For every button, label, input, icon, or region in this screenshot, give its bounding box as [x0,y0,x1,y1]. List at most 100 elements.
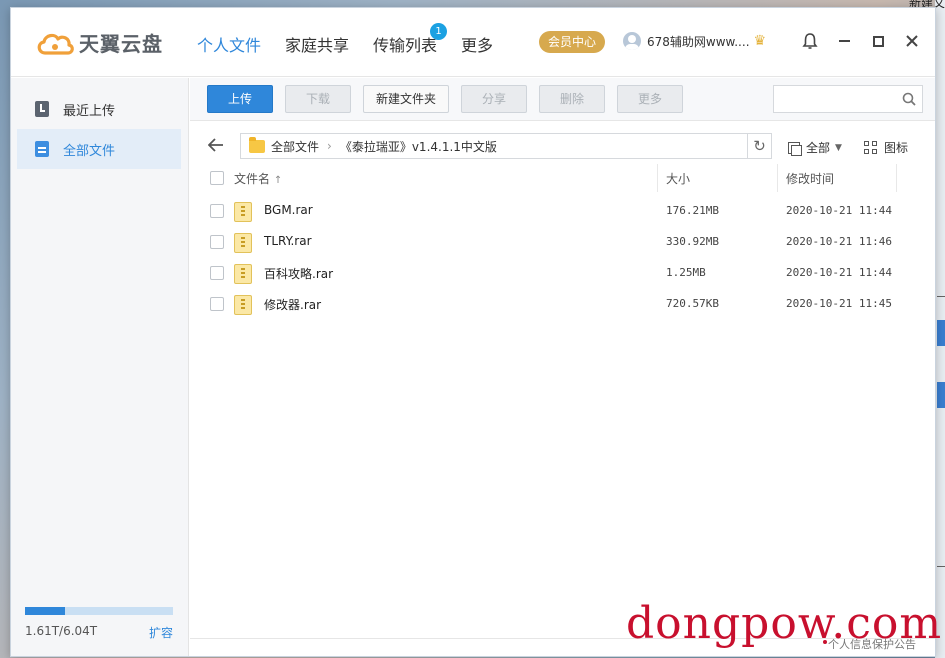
tab-transfer-list[interactable]: 传输列表 1 [373,23,448,56]
column-divider[interactable] [777,164,778,192]
storage-quota-fill [25,607,65,615]
search-input[interactable] [773,85,923,113]
view-mode-toggle[interactable]: 图标 [864,139,908,156]
breadcrumb-current[interactable]: 《泰拉瑞亚》v1.4.1.1中文版 [340,138,497,155]
bell-icon[interactable] [799,30,821,52]
table-row[interactable]: 修改器.rar 720.57KB 2020-10-21 11:45 [190,288,935,319]
search-icon[interactable] [902,92,916,106]
select-all-checkbox[interactable] [210,171,224,185]
tab-label: 家庭共享 [285,36,350,55]
storage-quota-bar [25,607,173,615]
breadcrumb-root[interactable]: 全部文件 [271,138,319,155]
column-divider[interactable] [896,164,897,192]
expand-storage-link[interactable]: 扩容 [149,624,173,641]
file-size: 720.57KB [666,297,719,310]
file-type-filter[interactable]: 全部 ▼ [788,139,842,156]
storage-quota-text: 1.61T/6.04T [25,624,98,638]
tab-family-share[interactable]: 家庭共享 [285,32,349,56]
more-button[interactable]: 更多 [617,85,683,113]
column-divider[interactable] [657,164,658,192]
refresh-icon[interactable]: ↻ [747,134,771,158]
archive-file-icon [234,202,252,222]
folder-icon [249,136,265,153]
tab-more[interactable]: 更多 [461,32,493,56]
close-icon[interactable] [901,30,923,52]
row-checkbox[interactable] [210,266,224,280]
main-panel: 上传 下载 新建文件夹 分享 删除 更多 全部文件 › 《泰拉瑞亚》v1.4.1… [190,78,935,656]
cloud-logo-icon [37,33,74,55]
avatar [623,32,641,50]
archive-file-icon [234,264,252,284]
sidebar-item-all-files[interactable]: 全部文件 [17,129,181,169]
chevron-right-icon: › [327,139,332,153]
chevron-down-icon: ▼ [835,142,842,153]
title-bar: 天翼云盘 个人文件 家庭共享 传输列表 1 更多 会员中心 678辅助网www.… [11,8,935,77]
row-checkbox[interactable] [210,235,224,249]
archive-file-icon [234,295,252,315]
privacy-notice-link[interactable]: 个人信息保护公告 [828,636,916,652]
minimize-icon[interactable] [833,30,855,52]
transfer-count-badge: 1 [430,23,448,40]
recent-upload-icon [35,101,49,117]
file-name[interactable]: 百科攻略.rar [264,265,333,282]
back-arrow-icon[interactable] [207,137,224,157]
username: 678辅助网www.... [647,34,750,49]
column-header-name[interactable]: 文件名 ↑ [234,170,282,187]
file-modified: 2020-10-21 11:45 [786,297,892,310]
file-name[interactable]: TLRY.rar [264,234,312,248]
desktop-marker [937,382,945,408]
main-nav: 个人文件 家庭共享 传输列表 1 更多 [197,23,517,56]
sidebar: 最近上传 全部文件 1.61T/6.04T 扩容 [11,78,189,656]
tab-label: 更多 [461,36,494,55]
column-label: 文件名 [234,172,271,186]
file-size: 330.92MB [666,235,719,248]
upload-button[interactable]: 上传 [207,85,273,113]
file-modified: 2020-10-21 11:44 [786,266,892,279]
logo-text: 天翼云盘 [79,32,163,56]
breadcrumb: 全部文件 › 《泰拉瑞亚》v1.4.1.1中文版 ↻ [240,133,772,159]
sidebar-item-recent-upload[interactable]: 最近上传 [17,89,181,129]
desktop-divider [937,296,945,297]
column-header-modified[interactable]: 修改时间 [786,170,834,187]
delete-button[interactable]: 删除 [539,85,605,113]
grid-view-icon [864,141,877,154]
file-modified: 2020-10-21 11:46 [786,235,892,248]
app-window: 天翼云盘 个人文件 家庭共享 传输列表 1 更多 会员中心 678辅助网www.… [10,7,936,657]
table-row[interactable]: BGM.rar 176.21MB 2020-10-21 11:44 [190,195,935,226]
crown-icon: ♛ [753,33,767,49]
sidebar-item-label: 全部文件 [63,143,116,159]
tab-personal-files[interactable]: 个人文件 [197,32,261,56]
file-name[interactable]: 修改器.rar [264,296,321,313]
sort-arrow-icon: ↑ [273,175,283,186]
user-menu[interactable]: 678辅助网www.... ♛ [623,32,766,50]
file-size: 1.25MB [666,266,706,279]
desktop-divider [937,566,945,567]
view-label: 图标 [884,141,909,155]
maximize-icon[interactable] [867,30,889,52]
status-dot [823,640,827,644]
tab-label: 个人文件 [197,36,262,55]
file-table-header: 文件名 ↑ 大小 修改时间 [190,164,935,192]
file-name[interactable]: BGM.rar [264,203,313,217]
app-logo[interactable]: 天翼云盘 [35,28,163,57]
path-bar: 全部文件 › 《泰拉瑞亚》v1.4.1.1中文版 ↻ 全部 ▼ 图标 [190,128,935,164]
sidebar-item-label: 最近上传 [63,103,116,119]
row-checkbox[interactable] [210,297,224,311]
filter-label: 全部 [806,141,831,155]
toolbar: 上传 下载 新建文件夹 分享 删除 更多 [190,78,935,121]
column-header-size[interactable]: 大小 [666,170,690,187]
copy-icon [788,141,802,156]
file-modified: 2020-10-21 11:44 [786,204,892,217]
share-button[interactable]: 分享 [461,85,527,113]
download-button[interactable]: 下载 [285,85,351,113]
vip-center-button[interactable]: 会员中心 [539,31,605,53]
all-files-icon [35,141,49,157]
tab-label: 传输列表 [373,36,438,55]
table-row[interactable]: TLRY.rar 330.92MB 2020-10-21 11:46 [190,226,935,257]
desktop-marker [937,320,945,346]
row-checkbox[interactable] [210,204,224,218]
new-folder-button[interactable]: 新建文件夹 [363,85,449,113]
archive-file-icon [234,233,252,253]
table-row[interactable]: 百科攻略.rar 1.25MB 2020-10-21 11:44 [190,257,935,288]
file-size: 176.21MB [666,204,719,217]
